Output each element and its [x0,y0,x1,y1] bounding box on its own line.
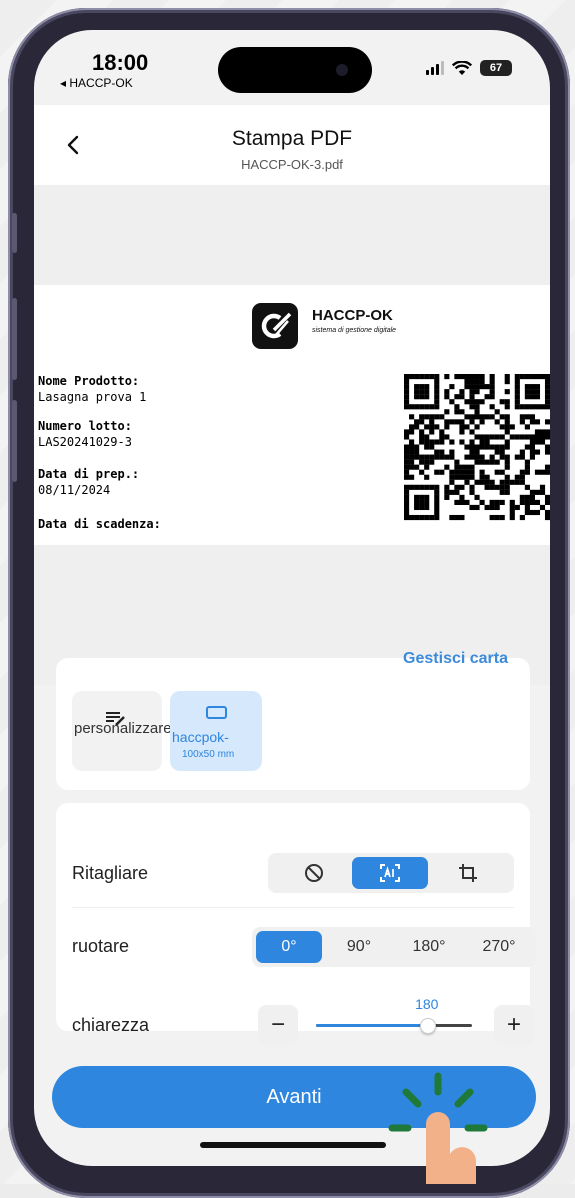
field-label-prep: Data di prep.: [38,467,140,481]
rotate-option-90[interactable]: 90° [326,931,392,963]
ai-crop-icon [380,864,400,882]
home-indicator [200,1142,386,1148]
tap-hint-icon [388,1072,488,1184]
rotate-option-0[interactable]: 0° [256,931,322,963]
status-time: 18:00 [92,50,149,75]
page-title: Stampa PDF [231,127,353,150]
status-back-link[interactable]: ◂ HACCP-OK [60,76,133,90]
volume-up-button [12,298,17,380]
brightness-slider-fill [316,1024,427,1027]
brightness-decrease-button[interactable]: − [258,1005,298,1045]
mute-switch [12,213,17,253]
none-icon [305,864,323,882]
dynamic-island [218,47,372,93]
field-value-prep: 08/11/2024 [38,483,111,497]
file-name: HACCP-OK-3.pdf [241,157,343,172]
paper-option-size: 100x50 mm [182,749,235,760]
field-label-expiry: Data di scadenza: [38,517,161,531]
signal-icon [426,61,444,75]
brand-name: HACCP-OK [312,307,393,324]
paper-option-name: haccpok- [172,729,229,745]
crop-icon [459,864,477,882]
label-shape-icon [206,706,227,719]
volume-down-button [12,400,17,482]
field-label-product: Nome Prodotto: [38,374,140,388]
brightness-slider-thumb[interactable] [419,1018,436,1034]
field-value-lot: LAS20241029-3 [38,435,132,449]
crop-option-ai[interactable] [352,857,428,889]
phone-screen: 18:00 ◂ HACCP-OK 67 Stampa PDF HACCP-OK-… [34,30,550,1166]
paper-option-custom[interactable]: personalizzare [72,691,172,771]
print-preview: HACCP-OK sistema di gestione digitale No… [34,185,550,685]
brightness-increase-button[interactable]: + [494,1005,534,1045]
field-label-lot: Numero lotto: [38,419,132,433]
brightness-slider[interactable] [316,1018,472,1034]
paper-option-custom-label: personalizzare [74,720,172,737]
rotate-segmented-control: 0° 90° 180° 270° [252,927,536,967]
paper-panel: Gestisci carta personalizzare haccpok- 1… [56,650,530,790]
divider [72,907,514,908]
brightness-value: 180 [415,996,439,1012]
manage-paper-link[interactable]: Gestisci carta [403,650,508,668]
crop-option-manual[interactable] [430,857,506,889]
rotate-option-270[interactable]: 270° [466,931,532,963]
brightness-label: chiarezza [72,1015,150,1035]
settings-panel: Ritagliare ruotare 0° 90° 180° 270° chia… [56,803,536,1045]
field-value-product: Lasagna prova 1 [38,390,147,404]
app-header: Stampa PDF HACCP-OK-3.pdf [34,105,550,186]
haccp-logo [252,303,298,349]
label-preview-card: HACCP-OK sistema di gestione digitale No… [34,285,550,545]
status-icons: 67 [426,60,512,76]
qr-code [404,374,550,521]
rotate-label: ruotare [72,936,130,956]
paper-option-haccpok[interactable]: haccpok- 100x50 mm [170,691,262,771]
rotate-option-180[interactable]: 180° [396,931,462,963]
wifi-icon [452,60,472,75]
crop-segmented-control [268,853,514,893]
crop-label: Ritagliare [72,863,149,883]
brand-tagline: sistema di gestione digitale [312,327,397,334]
crop-option-none[interactable] [276,857,352,889]
battery-icon: 67 [480,60,512,76]
